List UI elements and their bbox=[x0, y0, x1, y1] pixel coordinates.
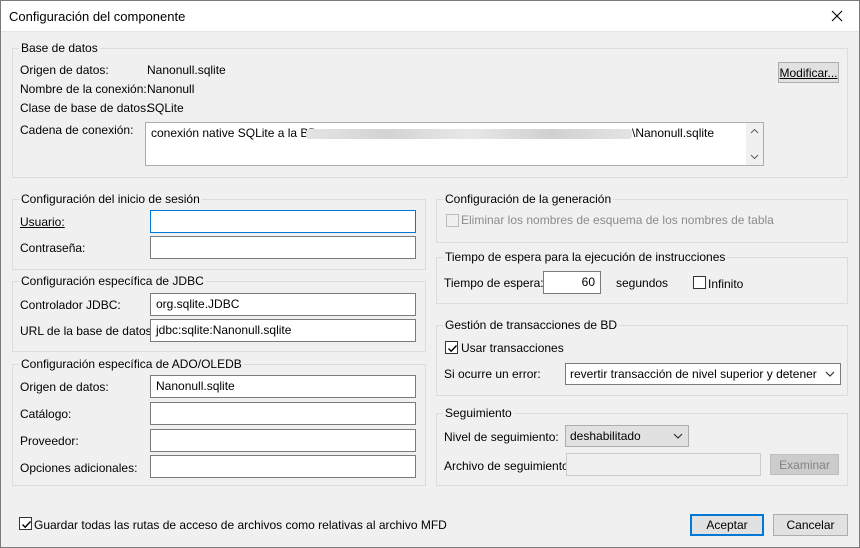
database-group-legend: Base de datos bbox=[19, 41, 100, 55]
timeout-group-legend: Tiempo de espera para la ejecución de in… bbox=[443, 250, 728, 264]
scroll-up-icon[interactable] bbox=[746, 123, 763, 140]
trace-level-select[interactable]: deshabilitado bbox=[565, 425, 689, 447]
trace-level-label: Nivel de seguimiento: bbox=[444, 430, 559, 444]
close-button[interactable] bbox=[814, 0, 860, 31]
trace-file-input[interactable] bbox=[566, 453, 761, 476]
jdbc-url-label: URL de la base de datos: bbox=[20, 324, 155, 338]
infinite-checkbox[interactable] bbox=[693, 276, 706, 289]
conn-string-prefix: conexión native SQLite a la BD bbox=[151, 126, 318, 140]
ado-provider-label: Proveedor: bbox=[20, 434, 79, 448]
trace-level-value: deshabilitado bbox=[570, 429, 641, 443]
ado-extra-label: Opciones adicionales: bbox=[20, 461, 138, 475]
generation-group-legend: Configuración de la generación bbox=[443, 192, 614, 206]
scroll-down-icon[interactable] bbox=[746, 148, 763, 165]
use-transactions-label: Usar transacciones bbox=[461, 341, 564, 355]
jdbc-url-input[interactable]: jdbc:sqlite:Nanonull.sqlite bbox=[150, 319, 416, 342]
db-origin-label: Origen de datos: bbox=[20, 63, 109, 77]
jdbc-driver-input[interactable]: org.sqlite.JDBC bbox=[150, 293, 416, 316]
relative-paths-checkbox[interactable] bbox=[19, 517, 32, 530]
browse-button-label: Examinar bbox=[779, 457, 830, 472]
db-conn-name-label: Nombre de la conexión: bbox=[20, 82, 147, 96]
on-error-label: Si ocurre un error: bbox=[444, 367, 541, 381]
trace-group-legend: Seguimiento bbox=[443, 406, 514, 420]
timeout-input[interactable]: 60 bbox=[543, 271, 601, 294]
db-class-value: SQLite bbox=[147, 101, 184, 115]
chevron-down-icon bbox=[825, 371, 835, 377]
cancel-button-label: Cancelar bbox=[786, 518, 835, 532]
check-icon bbox=[448, 345, 458, 353]
timeout-unit: segundos bbox=[616, 276, 669, 290]
chevron-down-icon bbox=[673, 433, 683, 439]
use-transactions-checkbox[interactable] bbox=[445, 341, 458, 354]
ado-origin-label: Origen de datos: bbox=[20, 380, 109, 394]
db-conn-name-value: Nanonull bbox=[147, 82, 195, 96]
ado-catalog-input[interactable] bbox=[150, 402, 416, 425]
on-error-select[interactable]: revertir transacción de nivel superior y… bbox=[565, 363, 841, 385]
ok-button[interactable]: Aceptar bbox=[690, 514, 764, 536]
strip-schema-checkbox[interactable] bbox=[446, 214, 459, 227]
check-icon bbox=[22, 521, 32, 529]
infinite-label: Infinito bbox=[708, 277, 744, 291]
ado-extra-input[interactable] bbox=[150, 455, 416, 478]
strip-schema-label: Eliminar los nombres de esquema de los n… bbox=[461, 213, 774, 227]
conn-string-textarea[interactable]: conexión native SQLite a la BD \Nanonull… bbox=[145, 122, 764, 166]
relative-paths-label: Guardar todas las rutas de acceso de arc… bbox=[34, 518, 447, 532]
cancel-button[interactable]: Cancelar bbox=[773, 514, 848, 536]
modify-button[interactable]: Modificar... bbox=[778, 62, 839, 83]
ado-group-legend: Configuración específica de ADO/OLEDB bbox=[19, 357, 244, 371]
db-origin-value: Nanonull.sqlite bbox=[147, 63, 226, 77]
ok-button-label: Aceptar bbox=[706, 518, 748, 532]
login-group-legend: Configuración del inicio de sesión bbox=[19, 192, 202, 206]
ado-origin-input[interactable]: Nanonull.sqlite bbox=[150, 375, 416, 398]
on-error-value: revertir transacción de nivel superior y… bbox=[570, 367, 817, 381]
close-icon bbox=[831, 10, 843, 21]
user-input[interactable] bbox=[150, 210, 416, 233]
trace-file-label: Archivo de seguimiento: bbox=[444, 459, 573, 473]
user-label: Usuario: bbox=[20, 215, 65, 229]
jdbc-group-legend: Configuración específica de JDBC bbox=[19, 274, 206, 288]
jdbc-driver-label: Controlador JDBC: bbox=[20, 298, 121, 312]
ado-catalog-label: Catálogo: bbox=[20, 407, 72, 421]
transactions-group: Gestión de transacciones de BD bbox=[436, 318, 848, 396]
timeout-label: Tiempo de espera: bbox=[444, 276, 544, 290]
db-conn-string-label: Cadena de conexión: bbox=[20, 123, 134, 137]
password-input[interactable] bbox=[150, 236, 416, 259]
password-label: Contraseña: bbox=[20, 241, 86, 255]
title-bar: Configuración del componente bbox=[0, 0, 860, 32]
browse-button[interactable]: Examinar bbox=[770, 454, 839, 475]
conn-string-scrollbar[interactable] bbox=[746, 123, 763, 165]
redacted-path bbox=[306, 129, 632, 139]
transactions-group-legend: Gestión de transacciones de BD bbox=[443, 318, 620, 332]
window-title: Configuración del componente bbox=[9, 9, 186, 24]
db-class-label: Clase de base de datos: bbox=[20, 101, 150, 115]
modify-button-label: Modificar... bbox=[779, 65, 838, 80]
conn-string-suffix: \Nanonull.sqlite bbox=[632, 126, 715, 140]
ado-provider-input[interactable] bbox=[150, 429, 416, 452]
